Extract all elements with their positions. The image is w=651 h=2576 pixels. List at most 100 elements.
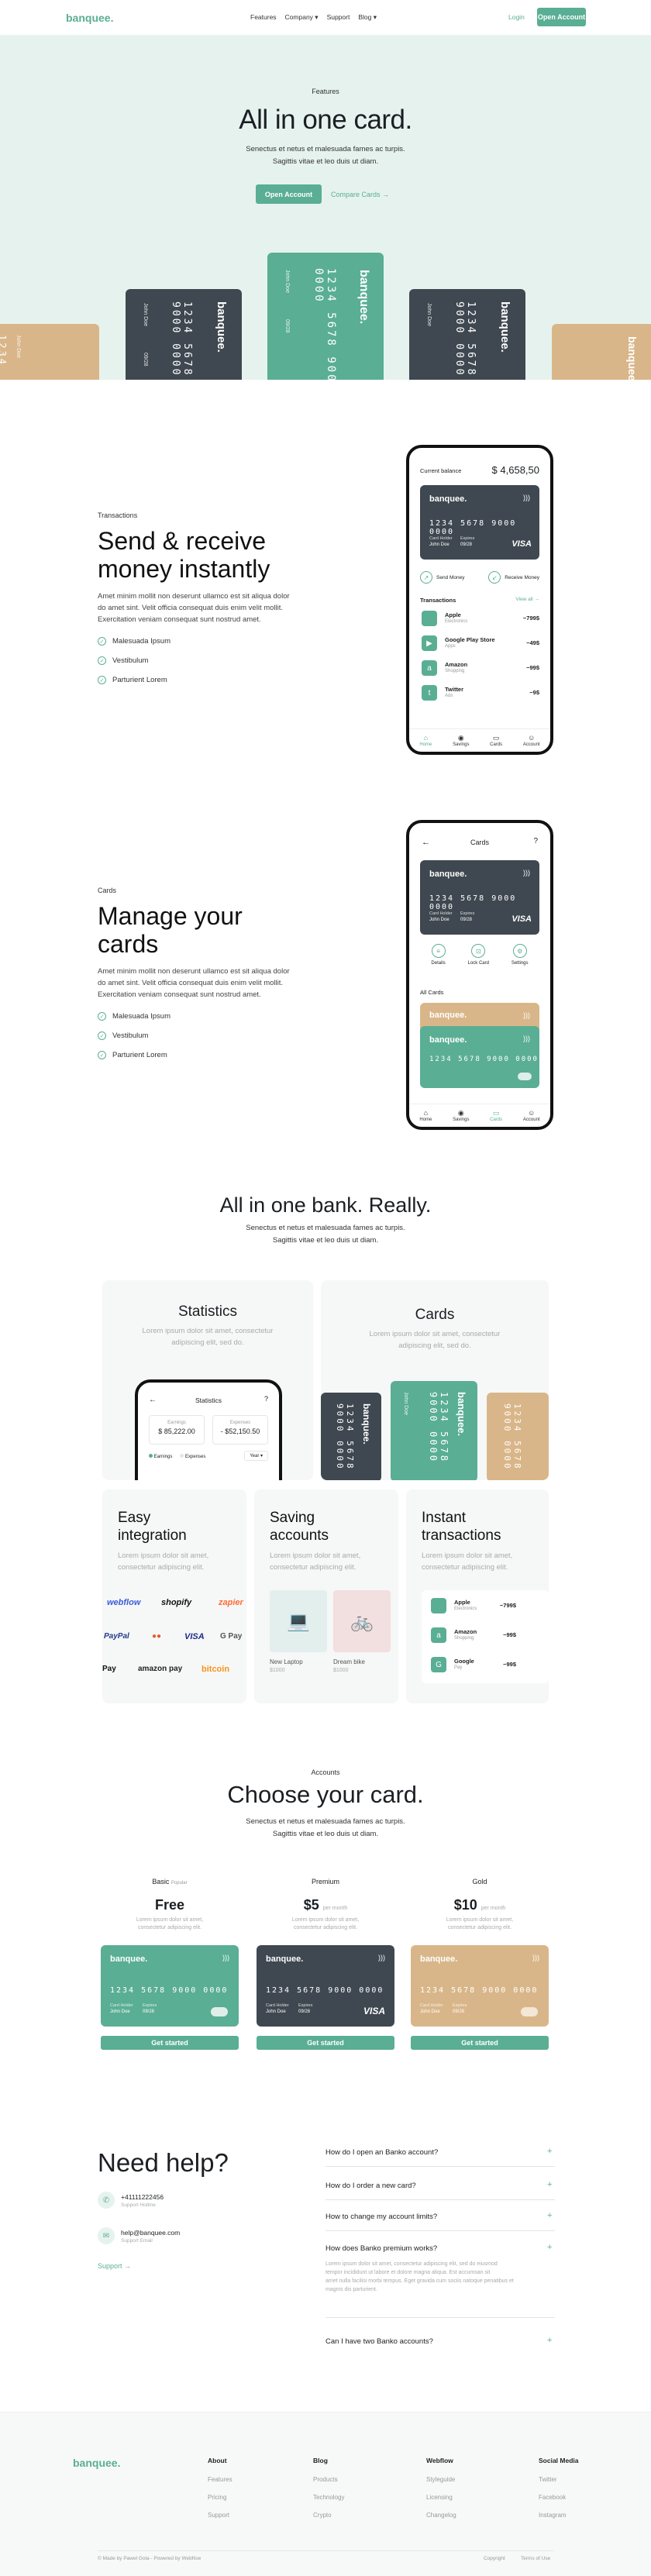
tab-cards[interactable]: ▭ Cards xyxy=(490,1109,502,1122)
tx-name: Apple xyxy=(454,1599,470,1606)
footer-link[interactable]: Products xyxy=(313,2476,338,2483)
plus-icon[interactable]: + xyxy=(547,2336,552,2345)
hero-open-account-button[interactable]: Open Account xyxy=(256,184,322,204)
tab-savings[interactable]: ◉ Savings xyxy=(453,734,469,747)
brand-logo[interactable]: banquee. xyxy=(66,12,113,24)
tab-cards[interactable]: ▭ Cards xyxy=(490,734,502,747)
plan-desc: consectetur adipiscing elit. xyxy=(293,1925,358,1930)
footer-link[interactable]: Changelog xyxy=(426,2512,456,2519)
hero-card-dark-left: banquee. 1234 5678 9000 0000 John Doe 09… xyxy=(126,289,242,380)
footer-col-heading: Blog xyxy=(313,2457,328,2464)
footer-link[interactable]: Technology xyxy=(313,2494,344,2501)
tab-home[interactable]: ⌂ Home xyxy=(419,1109,432,1122)
nav-link-blog[interactable]: Blog ▾ xyxy=(358,13,377,22)
minus-icon[interactable]: + xyxy=(547,2243,552,2252)
details-button[interactable]: ≡ Details xyxy=(431,944,446,966)
instant-transactions-panel: Instant transactions Lorem ipsum dolor s… xyxy=(406,1489,549,1703)
footer-link[interactable]: Licensing xyxy=(426,2494,453,2501)
faq-question[interactable]: How does Banko premium works? xyxy=(326,2244,554,2253)
view-all-link[interactable]: View all → xyxy=(515,597,539,602)
footer-link[interactable]: Facebook xyxy=(539,2494,566,2501)
period-select[interactable]: Year ▾ xyxy=(244,1451,268,1461)
tx-amount: −799$ xyxy=(499,1602,516,1609)
contactless-icon: ))) xyxy=(523,1035,530,1042)
footer-link[interactable]: Features xyxy=(208,2476,232,2483)
hero-section: Features All in one card. Senectus et ne… xyxy=(0,36,651,380)
card-brand: banquee. xyxy=(357,270,370,325)
help-icon[interactable]: ? xyxy=(264,1395,268,1403)
nav-link-features[interactable]: Features xyxy=(250,13,277,22)
legend-label: Earnings xyxy=(153,1455,173,1459)
check-icon: ✓ xyxy=(98,656,106,665)
support-email[interactable]: help@banquee.com xyxy=(121,2229,180,2237)
premium-get-started-button[interactable]: Get started xyxy=(257,2036,394,2050)
google-play-icon: ▶ xyxy=(422,635,437,651)
tab-label: Cards xyxy=(490,1118,503,1122)
transaction-row[interactable]: G Google Pay −99$ xyxy=(431,1654,516,1679)
faq-question[interactable]: Can I have two Banko accounts? xyxy=(326,2337,554,2346)
tx-name: Apple xyxy=(445,611,461,618)
card-expiry: 09/28 xyxy=(284,319,290,333)
plus-icon[interactable]: + xyxy=(547,2211,552,2220)
faq-question[interactable]: How do I open an Banko account? xyxy=(326,2148,554,2157)
send-money-button[interactable]: ↗ Send Money xyxy=(420,569,465,586)
footer-logo[interactable]: banquee. xyxy=(73,2457,120,2469)
gold-get-started-button[interactable]: Get started xyxy=(411,2036,549,2050)
card-expiry: 09/28 xyxy=(143,353,148,367)
footer-link[interactable]: Crypto xyxy=(313,2512,332,2519)
nav-link-company[interactable]: Company ▾ xyxy=(285,13,319,22)
support-phone[interactable]: +41111222456 xyxy=(121,2193,164,2201)
card-toggle[interactable] xyxy=(521,2007,538,2016)
open-account-button[interactable]: Open Account xyxy=(537,8,586,26)
tab-savings[interactable]: ◉ Savings xyxy=(453,1109,469,1122)
footer-link[interactable]: Styleguide xyxy=(426,2476,455,2483)
login-link[interactable]: Login xyxy=(508,13,525,21)
transaction-row[interactable]: a Amazon Shopping −99$ xyxy=(422,657,539,682)
faq-question[interactable]: How to change my account limits? xyxy=(326,2213,554,2221)
faq-question[interactable]: How do I order a new card? xyxy=(326,2182,554,2190)
para-line: Exercitation veniam consequat sunt nostr… xyxy=(98,990,261,999)
transactions-heading: Transactions xyxy=(420,597,456,604)
plus-icon[interactable]: + xyxy=(547,2147,552,2156)
compare-cards-link[interactable]: Compare Cards → xyxy=(331,191,389,198)
footer-link[interactable]: Instagram xyxy=(539,2512,567,2519)
plan-name: Premium xyxy=(311,1878,339,1886)
answer-line: amet nulla facilisi morbi tempus. Eget g… xyxy=(326,2278,514,2284)
lock-card-button[interactable]: ⊡ Lock Card xyxy=(468,944,489,966)
plus-icon[interactable]: + xyxy=(547,2180,552,2189)
home-icon: ⌂ xyxy=(423,734,429,742)
faq-divider xyxy=(326,2317,555,2318)
tab-home[interactable]: ⌂ Home xyxy=(419,734,432,747)
card-brand: banquee. xyxy=(361,1403,372,1445)
card-holder: John Doe xyxy=(426,303,432,326)
transaction-row[interactable]: Apple Electronics −799$ xyxy=(431,1595,516,1620)
nav-link-support[interactable]: Support xyxy=(327,13,350,22)
earnings-box: Earnings $ 85,222.00 xyxy=(149,1415,205,1445)
transaction-row[interactable]: Apple Electronics −799$ xyxy=(422,608,539,632)
basic-get-started-button[interactable]: Get started xyxy=(101,2036,239,2050)
card-list-item-green[interactable]: banquee. ))) 1234 5678 9000 0000 xyxy=(420,1026,539,1088)
plan-basic-card: banquee. ))) 1234 5678 9000 0000 Card Ho… xyxy=(101,1945,239,2027)
transaction-row[interactable]: a Amazon Shopping −99$ xyxy=(431,1624,516,1649)
footer-link[interactable]: Twitter xyxy=(539,2476,557,2483)
card-toggle[interactable] xyxy=(518,1073,532,1080)
help-icon[interactable]: ? xyxy=(533,837,538,845)
details-icon: ≡ xyxy=(431,944,446,958)
settings-button[interactable]: ⚙ Settings xyxy=(512,944,529,966)
user-icon: ☺ xyxy=(528,734,536,742)
footer-link[interactable]: Support xyxy=(208,2512,229,2519)
transaction-row[interactable]: ▶ Google Play Store Apps −49$ xyxy=(422,632,539,657)
card-expiry: 09/28 xyxy=(460,918,473,922)
card-brand: banquee. xyxy=(429,870,467,879)
tab-account[interactable]: ☺ Account xyxy=(523,734,540,747)
card-toggle[interactable] xyxy=(211,2007,228,2016)
transaction-row[interactable]: t Twitter Ads −9$ xyxy=(422,682,539,707)
plan-desc: Lorem ipsum dolor sit amet, xyxy=(446,1917,514,1923)
footer-link[interactable]: Pricing xyxy=(208,2494,226,2501)
receive-money-button[interactable]: ↙ Receive Money xyxy=(488,569,539,586)
terms-link[interactable]: Terms of Use xyxy=(521,2556,550,2561)
support-link[interactable]: Support → xyxy=(98,2262,131,2270)
tab-account[interactable]: ☺ Account xyxy=(523,1109,540,1122)
card-expiry: 09/28 xyxy=(460,542,473,547)
copyright-link[interactable]: Copyright xyxy=(484,2556,505,2561)
